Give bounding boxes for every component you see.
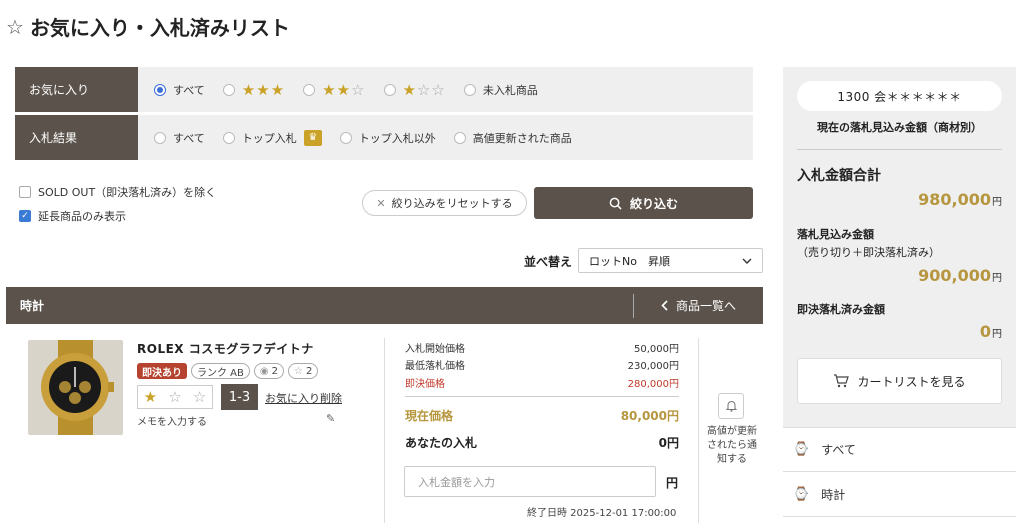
favorite-filter-row: お気に入り すべて ★★★ ★★☆ ★☆☆ 未入札商品 (15, 67, 753, 112)
category-title: 時計 (20, 299, 45, 313)
instant-amount: 0円 (979, 322, 1002, 341)
watch-icon: ⌚ (793, 442, 810, 457)
cart-icon (834, 374, 850, 388)
favorite-filter-label: お気に入り (15, 67, 138, 112)
close-icon: ✕ (376, 196, 386, 210)
radio-icon[interactable] (303, 83, 316, 96)
star-rating[interactable]: ★ ☆ ☆ (137, 385, 213, 409)
star-filled-icon[interactable]: ★ (144, 388, 157, 406)
favorite-option-2star[interactable]: ★★☆ (303, 81, 365, 99)
page-title: ☆ お気に入り・入札済みリスト (6, 12, 290, 41)
divider (384, 338, 385, 523)
three-star-icon: ★★★ (241, 80, 286, 99)
item-image[interactable] (28, 340, 123, 435)
radio-icon[interactable] (154, 131, 166, 144)
chevron-left-icon (661, 300, 668, 311)
memo-link[interactable]: メモを入力する (137, 413, 207, 428)
star-outline-icon: ☆ (294, 365, 303, 377)
back-to-list-link[interactable]: 商品一覧へ (634, 297, 763, 314)
bid-amount-input[interactable]: 入札金額を入力 (404, 466, 656, 497)
favorite-option-3star[interactable]: ★★★ (222, 80, 286, 99)
view-count-badge: ◉ 2 (253, 363, 284, 379)
category-link-all[interactable]: ⌚ すべて (783, 427, 1016, 472)
result-option-all[interactable]: すべて (154, 130, 205, 146)
result-option-not-top[interactable]: トップ入札以外 (339, 130, 436, 146)
end-date: 終了日時 2025-12-01 17:00:00 (527, 508, 677, 519)
fav-count-badge: ☆ 2 (288, 363, 319, 379)
divider (405, 396, 679, 397)
favorite-option-unbid[interactable]: 未入札商品 (463, 82, 538, 98)
notify-text[interactable]: 高値が更新されたら通知する (704, 425, 760, 467)
expected-label: 落札見込み金額 (797, 228, 874, 241)
search-icon (609, 197, 622, 210)
total-amount: 980,000円 (918, 190, 1002, 209)
favorite-option-1star[interactable]: ★☆☆ (383, 80, 446, 99)
expected-sub: （売り切り＋即決落札済み） (797, 246, 940, 259)
radio-selected-icon[interactable] (154, 83, 166, 96)
reset-filter-button[interactable]: ✕ 絞り込みをリセットする (362, 190, 527, 216)
estimate-label: 現在の落札見込み金額（商材別） (817, 121, 982, 134)
instant-buy-badge: 即決あり (137, 363, 187, 379)
cart-list-button[interactable]: カートリストを見る (797, 358, 1002, 404)
sold-out-checkbox[interactable]: SOLD OUT（即決落札済み）を除く (19, 184, 216, 200)
checkbox-checked-icon[interactable]: ✓ (19, 210, 31, 222)
search-button[interactable]: 絞り込む (534, 187, 753, 219)
chevron-down-icon (742, 258, 752, 264)
min-price-row: 最低落札価格 230,000円 (405, 361, 679, 372)
bell-icon[interactable] (718, 393, 744, 419)
sort-select[interactable]: ロットNo 昇順 (578, 248, 763, 273)
eye-icon: ◉ (259, 365, 269, 377)
result-option-top[interactable]: トップ入札 ♛ (222, 129, 322, 146)
divider (797, 149, 1002, 150)
radio-icon[interactable] (453, 131, 466, 144)
category-header: 時計 商品一覧へ (6, 287, 763, 324)
page-title-text: お気に入り・入札済みリスト (29, 16, 290, 40)
your-bid-row: あなたの入札 0円 (405, 436, 679, 450)
instant-label: 即決落札済み金額 (797, 303, 885, 316)
expected-amount: 900,000円 (918, 266, 1002, 285)
radio-icon[interactable] (222, 131, 235, 144)
result-option-outbid[interactable]: 高値更新された商品 (453, 130, 572, 146)
instant-price-row: 即決価格 280,000円 (405, 379, 679, 390)
category-link-watch[interactable]: ⌚ 時計 (783, 472, 1016, 517)
item-badges: 即決あり ランク AB ◉ 2 ☆ 2 (137, 363, 319, 379)
favorite-delete-link[interactable]: お気に入り削除 (265, 390, 342, 406)
member-id: 1300 会＊＊＊＊＊＊ (797, 81, 1002, 111)
radio-icon[interactable] (222, 83, 235, 96)
rank-badge: ランク AB (191, 363, 250, 379)
watch-icon: ⌚ (793, 486, 810, 502)
star-outline-icon: ☆ (6, 14, 24, 39)
checkbox-icon[interactable] (19, 186, 31, 198)
two-star-icon: ★★☆ (322, 80, 366, 99)
extended-only-checkbox[interactable]: ✓ 延長商品のみ表示 (19, 208, 126, 224)
sort-label: 並べ替え (524, 255, 573, 269)
result-filter-row: 入札結果 すべて トップ入札 ♛ トップ入札以外 高値更新された商品 (15, 115, 753, 160)
radio-icon[interactable] (383, 83, 396, 96)
star-empty-icon[interactable]: ☆ (168, 388, 181, 406)
radio-icon[interactable] (339, 131, 352, 144)
one-star-icon: ★☆☆ (402, 80, 446, 99)
favorite-option-all[interactable]: すべて (154, 82, 205, 98)
star-empty-icon[interactable]: ☆ (193, 388, 206, 406)
crown-icon: ♛ (303, 129, 322, 146)
start-price-row: 入札開始価格 50,000円 (405, 344, 679, 355)
total-label: 入札金額合計 (797, 168, 881, 184)
item-name[interactable]: ROLEX コスモグラフデイトナ (137, 340, 314, 357)
lot-number: 1-3 (221, 384, 258, 410)
divider (698, 338, 699, 523)
edit-icon[interactable]: ✎ (326, 412, 335, 425)
result-filter-label: 入札結果 (15, 115, 138, 160)
current-price-row: 現在価格 80,000円 (405, 409, 679, 423)
yen-label: 円 (666, 476, 679, 490)
radio-icon[interactable] (463, 83, 476, 96)
